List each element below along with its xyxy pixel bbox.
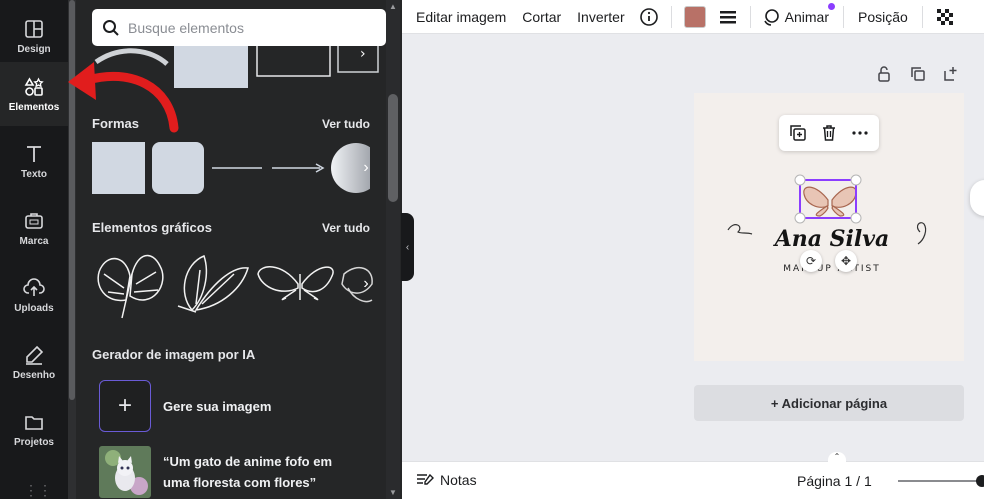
- butterfly-graphic-2: [177, 255, 249, 313]
- rail-item-texto[interactable]: Texto: [0, 129, 68, 193]
- rail-item-design[interactable]: Design: [0, 4, 68, 68]
- graphics-see-all-link[interactable]: Ver tudo: [322, 221, 370, 235]
- resize-handle[interactable]: [794, 174, 806, 186]
- flip-button[interactable]: Inverter: [569, 9, 632, 25]
- chevron-left-icon: ‹: [405, 241, 410, 253]
- toolbar-divider: [670, 5, 672, 28]
- notes-button[interactable]: Notas: [416, 472, 477, 488]
- rail-item-elementos[interactable]: Elementos: [0, 62, 68, 126]
- border-style-icon[interactable]: [718, 7, 738, 27]
- scroll-down-icon[interactable]: ▼: [389, 488, 397, 497]
- animate-label: Animar: [784, 8, 829, 25]
- crop-button[interactable]: Cortar: [514, 9, 569, 25]
- logo-name-text[interactable]: Ana Silva: [724, 226, 940, 252]
- shapes-next-icon[interactable]: ›: [356, 148, 376, 188]
- scroll-thumb[interactable]: [388, 94, 398, 202]
- search-icon: [103, 19, 119, 36]
- shapes-see-all-link[interactable]: Ver tudo: [322, 117, 370, 131]
- ai-prompt-line-1: “Um gato de anime fofo em: [163, 454, 333, 469]
- rail-item-label: Texto: [21, 168, 47, 180]
- info-icon[interactable]: [639, 7, 659, 27]
- duplicate-page-icon[interactable]: [910, 66, 926, 82]
- brand-icon: [25, 212, 43, 229]
- text-icon: [27, 145, 41, 162]
- rail-item-projetos[interactable]: Projetos: [0, 397, 68, 461]
- trash-icon[interactable]: [820, 124, 838, 142]
- left-rail: Design Elementos Texto Marca Uploads Des…: [0, 0, 68, 499]
- butterfly-graphic-1: [97, 254, 164, 319]
- resize-handle[interactable]: [850, 174, 862, 186]
- rail-item-label: Marca: [19, 235, 49, 247]
- transparency-icon[interactable]: [935, 7, 955, 27]
- logo-artwork[interactable]: [724, 170, 940, 278]
- shapes-section-title: Formas: [92, 116, 139, 131]
- butterfly-logo-icon: [803, 186, 857, 217]
- editor-toolbar: Editar imagem Cortar Inverter Animar Pos…: [402, 0, 984, 34]
- zoom-slider[interactable]: [898, 480, 982, 482]
- rail-item-label: Elementos: [8, 101, 60, 113]
- rail-item-label: Projetos: [13, 436, 54, 448]
- plus-icon: +: [99, 380, 151, 432]
- bottom-bar: ⌃ Notas Página 1 / 1: [402, 452, 984, 499]
- butterfly-graphic-3: [257, 266, 334, 301]
- position-button[interactable]: Posição: [850, 9, 916, 25]
- rotate-handle-icon[interactable]: ⟳: [800, 250, 822, 272]
- collapse-panel-button[interactable]: ‹: [401, 213, 414, 281]
- zoom-slider-handle[interactable]: [976, 475, 984, 487]
- design-icon: [25, 19, 43, 38]
- line-shapes[interactable]: [210, 160, 330, 176]
- scroll-up-icon[interactable]: ▲: [389, 2, 397, 11]
- toolbar-divider: [749, 5, 751, 28]
- ai-prompt-line-2: uma floresta com flores”: [163, 475, 317, 490]
- search-input[interactable]: [128, 19, 368, 36]
- search-box[interactable]: [92, 9, 386, 46]
- rail-item-desenho[interactable]: Desenho: [0, 330, 68, 394]
- draw-icon: [26, 345, 44, 365]
- logo-subtitle-text[interactable]: MAKEUP ARTIST: [724, 264, 940, 274]
- ai-section-title: Gerador de imagem por IA: [92, 347, 256, 362]
- panel-scrollbar[interactable]: ▲ ▼: [386, 0, 400, 499]
- rail-item-uploads[interactable]: Uploads: [0, 263, 68, 327]
- chevron-up-icon[interactable]: ⌃: [828, 452, 846, 462]
- more-options-icon[interactable]: [851, 124, 869, 142]
- copy-icon[interactable]: [789, 124, 807, 142]
- element-context-menu: [779, 115, 879, 151]
- animate-button[interactable]: Animar: [757, 2, 837, 27]
- butterfly-graphics-row[interactable]: [92, 244, 376, 324]
- move-handle-icon[interactable]: ✥: [835, 250, 857, 272]
- resize-handle[interactable]: [794, 212, 806, 224]
- ai-prompt-text: “Um gato de anime fofo em uma floresta c…: [163, 451, 332, 493]
- notes-label: Notas: [440, 472, 477, 488]
- ai-generate-item[interactable]: + Gere sua imagem: [99, 380, 271, 432]
- more-apps-icon[interactable]: ⋮⋮: [24, 482, 52, 499]
- rounded-square-shape[interactable]: [152, 142, 204, 194]
- ai-generate-label: Gere sua imagem: [163, 398, 272, 414]
- lock-icon[interactable]: [876, 66, 892, 82]
- edit-image-button[interactable]: Editar imagem: [408, 9, 514, 25]
- add-page-icon[interactable]: [943, 66, 959, 82]
- ai-prompt-example[interactable]: “Um gato de anime fofo em uma floresta c…: [99, 446, 332, 498]
- upload-icon: [23, 277, 45, 296]
- color-swatch-button[interactable]: [683, 5, 706, 28]
- new-feature-dot: [828, 2, 835, 10]
- svg-text:›: ›: [360, 46, 366, 62]
- square-shape[interactable]: [92, 142, 145, 194]
- add-page-button[interactable]: + Adicionar página: [694, 385, 964, 421]
- toolbar-divider: [921, 5, 923, 28]
- rail-item-marca[interactable]: Marca: [0, 196, 68, 260]
- rail-item-label: Uploads: [14, 302, 54, 314]
- anime-cat-thumbnail: [99, 446, 151, 498]
- animate-icon: [763, 8, 779, 26]
- graphics-next-icon[interactable]: ›: [356, 264, 376, 304]
- graphics-section-title: Elementos gráficos: [92, 220, 212, 235]
- resize-handle[interactable]: [850, 212, 862, 224]
- notes-icon: [417, 473, 434, 485]
- page-indicator[interactable]: Página 1 / 1: [797, 473, 872, 489]
- toolbar-divider: [843, 5, 844, 28]
- refresh-float-button[interactable]: [970, 180, 984, 216]
- elements-icon: [24, 76, 44, 96]
- rail-item-label: Design: [17, 43, 51, 55]
- rail-item-label: Desenho: [12, 369, 56, 381]
- folder-icon: [25, 415, 43, 430]
